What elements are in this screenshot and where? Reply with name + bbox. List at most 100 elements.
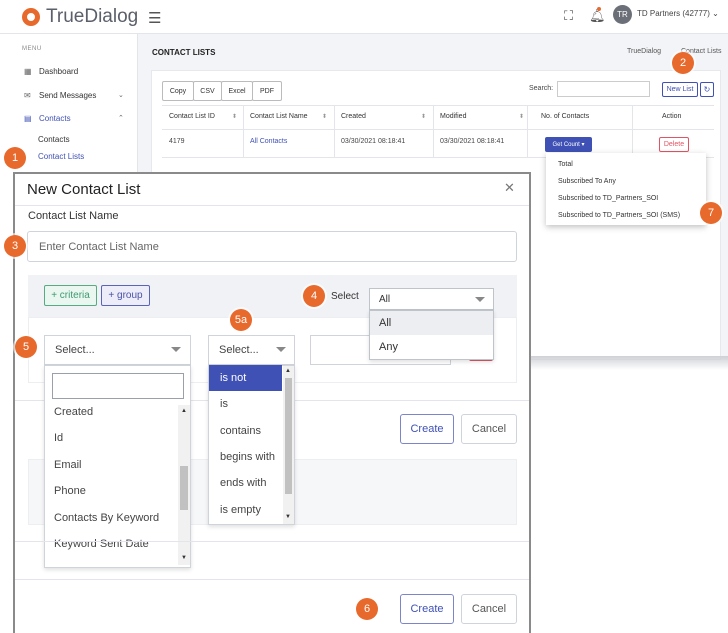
scroll-down-icon[interactable]: ▼ (285, 514, 291, 520)
match-select-label: Select (331, 291, 359, 302)
top-bar: TrueDialog ☰ ⛶ 🔔︎ TR TD Partners (42777)… (0, 0, 728, 34)
field-option-email[interactable]: Email (54, 459, 82, 471)
search-label: Search: (529, 85, 554, 92)
chevron-down-icon: ⌄ (118, 92, 124, 99)
pdf-button[interactable]: PDF (252, 81, 282, 101)
modal-title: New Contact List (27, 181, 141, 198)
operator-option-begins-with[interactable]: begins with (209, 444, 282, 470)
match-option-all[interactable]: All (370, 311, 493, 335)
copy-button[interactable]: Copy (162, 81, 194, 101)
sidebar-item-contacts[interactable]: ▤ Contacts (24, 114, 71, 123)
callout-badge: 6 (356, 598, 378, 620)
cancel-button-inline[interactable]: Cancel (461, 414, 517, 444)
panel-shadow (517, 356, 728, 370)
caret-down-icon (276, 347, 286, 352)
delete-button[interactable]: Delete (659, 137, 689, 152)
callout-badge: 5 (15, 336, 37, 358)
sort-icon[interactable]: ⬍ (519, 113, 524, 120)
field-option-phone[interactable]: Phone (54, 485, 86, 497)
new-list-button[interactable]: New List (662, 82, 698, 97)
field-search-input[interactable] (52, 373, 184, 399)
cell-name-link[interactable]: All Contacts (250, 138, 287, 145)
get-count-button[interactable]: Get Count ▾ (545, 137, 592, 152)
field-option-keyword-sent-date[interactable]: Keyword Sent Date (54, 538, 149, 550)
field-option-contacts-by-keyword[interactable]: Contacts By Keyword (54, 512, 159, 524)
field-select[interactable]: Select... (44, 335, 191, 365)
scroll-up-icon[interactable]: ▲ (285, 368, 291, 374)
close-icon[interactable]: ✕ (504, 180, 515, 196)
add-criteria-button[interactable]: + criteria (44, 285, 97, 306)
column-header-created[interactable]: Created (341, 113, 366, 120)
sidebar-item-label: Send Messages (39, 91, 97, 100)
csv-button[interactable]: CSV (193, 81, 222, 101)
sidebar-item-label: Dashboard (39, 67, 79, 76)
cell-created: 03/30/2021 08:18:41 (341, 138, 406, 145)
sort-icon[interactable]: ⬍ (421, 113, 426, 120)
operator-option-is-empty[interactable]: is empty (209, 497, 282, 523)
account-name[interactable]: TD Partners (42777) ⌄ (637, 9, 719, 18)
count-option-soi[interactable]: Subscribed to TD_Partners_SOI (558, 195, 658, 202)
callout-badge: 2 (672, 52, 694, 74)
search-input[interactable] (557, 81, 650, 97)
operator-option-ends-with[interactable]: ends with (209, 470, 282, 496)
send-icon: ✉ (24, 91, 31, 100)
column-header-count: No. of Contacts (541, 113, 590, 120)
callout-badge: 3 (4, 235, 26, 257)
sort-icon[interactable]: ⬍ (322, 113, 327, 120)
logo-mark-icon (22, 8, 40, 26)
count-option-soi-sms[interactable]: Subscribed to TD_Partners_SOI (SMS) (558, 212, 680, 219)
count-option-total[interactable]: Total (558, 161, 573, 168)
modal-footer-divider (15, 579, 529, 580)
callout-badge: 7 (700, 202, 722, 224)
field-option-id[interactable]: Id (54, 432, 63, 444)
cell-id: 4179 (169, 138, 185, 145)
sidebar-item-send-messages[interactable]: ✉ Send Messages (24, 91, 96, 100)
operator-option-is[interactable]: is (209, 391, 282, 417)
table-divider (243, 105, 244, 157)
cancel-button[interactable]: Cancel (461, 594, 517, 624)
sidebar-subitem-contacts[interactable]: Contacts (38, 135, 70, 144)
logo[interactable]: TrueDialog (22, 6, 138, 28)
operator-option-contains[interactable]: contains (209, 418, 282, 444)
operator-select-value: Select... (219, 344, 259, 356)
create-button-inline[interactable]: Create (400, 414, 454, 444)
callout-badge: 4 (303, 285, 325, 307)
field-option-created[interactable]: Created (54, 406, 93, 418)
column-header-modified[interactable]: Modified (440, 113, 466, 120)
column-header-name[interactable]: Contact List Name (250, 113, 308, 120)
modal-divider (15, 205, 529, 206)
modal-divider (15, 541, 529, 542)
add-group-button[interactable]: + group (101, 285, 150, 306)
sidebar-subitem-contact-lists[interactable]: Contact Lists (38, 152, 84, 161)
create-button[interactable]: Create (400, 594, 454, 624)
match-option-any[interactable]: Any (370, 335, 493, 359)
sidebar-item-dashboard[interactable]: ▦ Dashboard (24, 67, 78, 76)
field-select-value: Select... (55, 344, 95, 356)
breadcrumb-home[interactable]: TrueDialog (627, 48, 661, 55)
excel-button[interactable]: Excel (221, 81, 253, 101)
sort-icon[interactable]: ⬍ (232, 113, 237, 120)
page-title: CONTACT LISTS (152, 48, 216, 57)
scroll-up-icon[interactable]: ▲ (181, 408, 187, 414)
operator-option-is-not[interactable]: is not (209, 365, 282, 391)
menu-caption: MENU (22, 46, 42, 52)
dashboard-icon: ▦ (24, 67, 32, 76)
column-header-id[interactable]: Contact List ID (169, 113, 215, 120)
sidebar-item-label: Contacts (39, 114, 71, 123)
match-select-value: All (379, 294, 391, 305)
account-label: TD Partners (42777) (637, 9, 710, 18)
list-name-input[interactable] (27, 231, 517, 262)
refresh-icon[interactable]: ↻ (700, 82, 714, 97)
table-divider (433, 105, 434, 157)
operator-scrollbar-thumb[interactable] (285, 378, 292, 494)
chevron-up-icon: ⌃ (118, 115, 124, 122)
notification-dot (597, 7, 601, 11)
fullscreen-icon[interactable]: ⛶ (564, 8, 573, 24)
table-divider (632, 105, 633, 157)
avatar[interactable]: TR (613, 5, 632, 24)
count-option-any[interactable]: Subscribed To Any (558, 178, 616, 185)
hamburger-icon[interactable]: ☰ (148, 9, 161, 27)
scroll-down-icon[interactable]: ▼ (181, 555, 187, 561)
callout-badge: 1 (4, 147, 26, 169)
field-scrollbar-thumb[interactable] (180, 466, 188, 510)
